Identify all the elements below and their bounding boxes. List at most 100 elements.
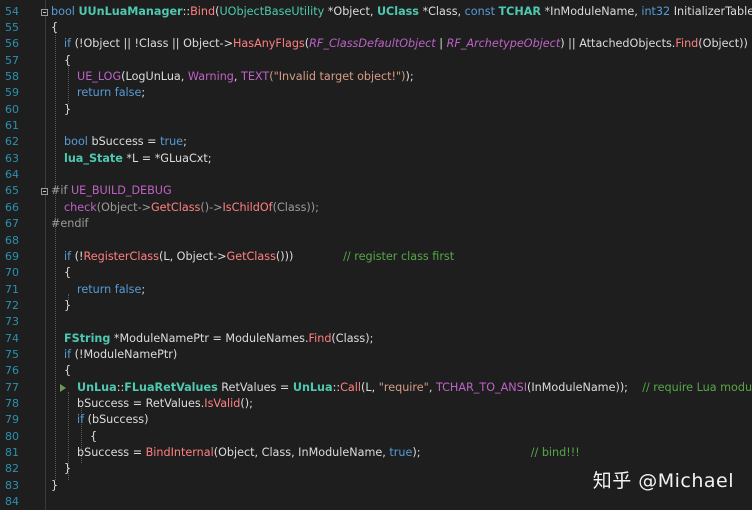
bookmark-arrow-icon[interactable] (60, 383, 66, 392)
code-line[interactable]: 76 { (0, 363, 752, 379)
code-token: } (64, 102, 72, 116)
code-line[interactable]: 63 lua_State *L = *GLuaCxt; (0, 151, 752, 167)
line-number: 56 (5, 37, 19, 51)
code-line[interactable]: 61 (0, 118, 752, 134)
code-token: { (51, 20, 59, 34)
line-number: 55 (5, 20, 19, 34)
code-text: #endif (51, 216, 89, 232)
code-text: bSuccess = BindInternal(Object, Class, I… (77, 445, 580, 461)
line-number: 83 (5, 478, 19, 492)
code-line[interactable]: 75 if (!ModuleNamePtr) (0, 347, 752, 363)
code-token: lua_State (64, 151, 123, 165)
code-text: lua_State *L = *GLuaCxt; (64, 151, 212, 167)
code-token: bSuccess = (91, 135, 161, 149)
code-token: bSuccess = (77, 446, 146, 460)
code-token: ())) (275, 249, 344, 263)
code-line[interactable]: 79 if (bSuccess) (0, 412, 752, 428)
line-number: 74 (5, 331, 19, 345)
collapse-icon[interactable] (41, 188, 48, 196)
code-token: UE_BUILD_DEBUG (70, 184, 172, 198)
code-token: ); (405, 70, 414, 83)
code-token: BindInternal (145, 446, 214, 460)
code-token: const (464, 4, 499, 18)
code-token: (Class)); (272, 200, 319, 214)
code-line[interactable]: 72} (0, 298, 752, 314)
code-line[interactable]: 71 return false; (0, 282, 752, 298)
code-text: { (90, 429, 97, 445)
line-number: 62 (5, 135, 19, 149)
line-number: 64 (5, 168, 19, 182)
collapse-icon[interactable] (41, 8, 48, 16)
line-number: 61 (5, 119, 19, 133)
code-line[interactable]: 78 bSuccess = RetValues.IsValid(); (0, 396, 752, 412)
code-line[interactable]: 74 FString *ModuleNamePtr = ModuleNames.F… (0, 331, 752, 347)
code-line[interactable]: 59 return false; (0, 85, 752, 101)
code-token: RegisterClass (83, 249, 159, 263)
code-text: UE_LOG(LogUnLua, Warning, TEXT("Invalid … (77, 69, 414, 85)
line-number: 81 (5, 446, 19, 460)
line-number: 84 (5, 495, 19, 509)
code-token: if (64, 347, 75, 361)
code-token: } (51, 478, 59, 492)
code-text: } (64, 102, 71, 118)
code-line[interactable]: 64 (0, 167, 752, 183)
code-token: Find (675, 37, 699, 51)
code-text: check(Object->GetClass()->IsChildOf(Clas… (64, 200, 319, 216)
code-token: RF_ArchetypeObject (446, 37, 561, 51)
code-line[interactable]: 55 { (0, 20, 752, 36)
code-token: Warning (187, 70, 234, 83)
code-line[interactable]: 54 bool UUnLuaManager::Bind(UObjectBaseUt… (0, 4, 752, 20)
code-line[interactable]: 66 check(Object->GetClass()->IsChildOf(Cl… (0, 200, 752, 216)
code-line[interactable]: 58 UE_LOG(LogUnLua, Warning, TEXT("Invali… (0, 69, 752, 85)
code-line[interactable]: 56 if (!Object || !Class || Object->HasAn… (0, 36, 752, 52)
code-token: (!ModuleNamePtr) (74, 347, 178, 361)
line-number: 67 (5, 217, 19, 231)
code-token: (Object-> (96, 200, 151, 214)
code-token: (L, (361, 380, 379, 394)
code-token: (L, Object-> (158, 249, 227, 263)
code-text: return false; (77, 85, 145, 101)
code-token: :: (182, 4, 191, 18)
code-token: (); (240, 397, 253, 410)
code-token: (LogUnLua, (121, 70, 188, 83)
code-token: , (428, 380, 436, 394)
code-line[interactable]: 84 (0, 494, 752, 510)
code-token: , (233, 70, 242, 83)
code-token: Call (340, 380, 362, 394)
code-line[interactable]: 57 { (0, 53, 752, 69)
line-number: 75 (5, 347, 19, 361)
code-token: // require Lua module (642, 380, 752, 394)
code-line[interactable]: 68 (0, 233, 752, 249)
code-token: UObjectBaseUtility (219, 4, 325, 18)
code-token: { (64, 266, 72, 280)
code-token: int32 (641, 4, 671, 18)
code-token: (Object, Class, InModuleName, (213, 446, 390, 460)
code-line[interactable]: 73 (0, 314, 752, 330)
code-line[interactable]: 67 #endif (0, 216, 752, 232)
code-token: IsValid (204, 397, 241, 410)
code-line[interactable]: 69 if (!RegisterClass(L, Object->GetClass… (0, 249, 752, 265)
code-token: GetClass (150, 200, 201, 214)
code-token: #if (51, 184, 71, 198)
code-editor[interactable]: 54 bool UUnLuaManager::Bind(UObjectBaseUt… (0, 0, 752, 510)
code-line[interactable]: 70 { (0, 265, 752, 281)
line-number: 70 (5, 266, 19, 280)
code-line[interactable]: 60} (0, 102, 752, 118)
code-line[interactable]: 77 UnLua::FLuaRetValues RetValues = UnLua… (0, 380, 752, 396)
code-token: "require" (378, 380, 429, 394)
code-text: { (64, 53, 71, 69)
code-text: #if UE_BUILD_DEBUG (51, 183, 172, 199)
line-number: 73 (5, 315, 19, 329)
code-line[interactable]: 80 { (0, 429, 752, 445)
code-text: bool bSuccess = true; (64, 134, 187, 150)
code-text: if (!RegisterClass(L, Object->GetClass()… (64, 249, 454, 265)
line-number: 68 (5, 233, 19, 247)
line-number: 72 (5, 298, 19, 312)
code-line[interactable]: 65 #if UE_BUILD_DEBUG (0, 183, 752, 199)
code-line[interactable]: 81 bSuccess = BindInternal(Object, Class,… (0, 445, 752, 461)
line-number: 63 (5, 151, 19, 165)
code-line[interactable]: 62 bool bSuccess = true; (0, 134, 752, 150)
code-token: RF_ClassDefaultObject (309, 37, 436, 51)
code-text: bool UUnLuaManager::Bind(UObjectBaseUtil… (51, 4, 752, 20)
code-token: (Class); (331, 331, 374, 345)
